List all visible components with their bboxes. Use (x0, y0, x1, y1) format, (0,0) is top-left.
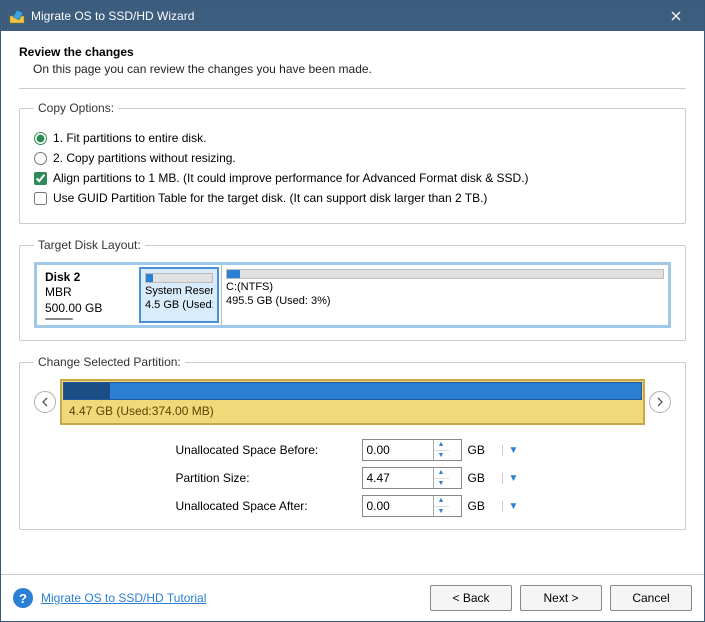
target-disk-layout-group: Target Disk Layout: Disk 2 MBR 500.00 GB… (19, 238, 686, 341)
content-area: Review the changes On this page you can … (1, 31, 704, 574)
page-title: Review the changes (19, 45, 686, 59)
change-selected-legend: Change Selected Partition: (34, 355, 185, 369)
window-title: Migrate OS to SSD/HD Wizard (31, 9, 194, 23)
spin-up-icon[interactable]: ▲ (434, 468, 449, 479)
copy-without-resize-label[interactable]: 2. Copy partitions without resizing. (53, 151, 236, 165)
tutorial-link[interactable]: Migrate OS to SSD/HD Tutorial (41, 591, 206, 605)
spin-down-icon[interactable]: ▼ (434, 451, 449, 461)
disk-name: Disk 2 (45, 270, 102, 286)
titlebar: Migrate OS to SSD/HD Wizard (1, 1, 704, 31)
help-icon[interactable]: ? (13, 588, 33, 608)
partition-size-input-wrap: ▲ ▼ (362, 467, 462, 489)
disk-icon (45, 318, 73, 320)
selected-partition-box: 4.47 GB (Used:374.00 MB) (60, 379, 645, 425)
next-partition-button[interactable] (649, 391, 671, 413)
spin-down-icon[interactable]: ▼ (434, 479, 449, 489)
unit-dropdown[interactable]: ▼ (502, 501, 530, 512)
guid-pt-label[interactable]: Use GUID Partition Table for the target … (53, 191, 487, 205)
spin-down-icon[interactable]: ▼ (434, 507, 449, 517)
change-selected-group: Change Selected Partition: 4.47 GB (Used… (19, 355, 686, 530)
divider (19, 88, 686, 89)
page-subtitle: On this page you can review the changes … (33, 62, 686, 76)
wizard-window: Migrate OS to SSD/HD Wizard Review the c… (0, 0, 705, 622)
space-before-input-wrap: ▲ ▼ (362, 439, 462, 461)
disk-scheme: MBR (45, 285, 102, 301)
spin-up-icon[interactable]: ▲ (434, 496, 449, 507)
space-after-label: Unallocated Space After: (176, 499, 356, 513)
space-after-input[interactable] (363, 496, 433, 516)
partition-size-input[interactable] (363, 468, 433, 488)
cancel-button[interactable]: Cancel (610, 585, 692, 611)
unit-label: GB (468, 499, 496, 513)
footer: ? Migrate OS to SSD/HD Tutorial < Back N… (1, 574, 704, 621)
space-before-input[interactable] (363, 440, 433, 460)
fit-partitions-label[interactable]: 1. Fit partitions to entire disk. (53, 131, 206, 145)
disk-layout: Disk 2 MBR 500.00 GB System Reser 4.5 GB… (34, 262, 671, 328)
close-button[interactable] (656, 1, 696, 31)
selected-partition-bar[interactable] (63, 382, 642, 400)
space-before-label: Unallocated Space Before: (176, 443, 356, 457)
align-1mb-label[interactable]: Align partitions to 1 MB. (It could impr… (53, 171, 529, 185)
partition-name: C:(NTFS) (226, 281, 664, 295)
partition-size-label: Partition Size: (176, 471, 356, 485)
copy-options-group: Copy Options: 1. Fit partitions to entir… (19, 101, 686, 224)
target-disk-layout-legend: Target Disk Layout: (34, 238, 145, 252)
partition-size: 495.5 GB (Used: 3%) (226, 295, 664, 309)
back-button[interactable]: < Back (430, 585, 512, 611)
copy-without-resize-radio[interactable] (34, 152, 47, 165)
unit-dropdown[interactable]: ▼ (502, 445, 530, 456)
partition-name: System Reser (145, 285, 213, 299)
fit-partitions-radio[interactable] (34, 132, 47, 145)
align-1mb-checkbox[interactable] (34, 172, 47, 185)
unit-label: GB (468, 443, 496, 457)
partition-system-reserved[interactable]: System Reser 4.5 GB (Used: (139, 267, 219, 323)
disk-info: Disk 2 MBR 500.00 GB (37, 265, 137, 325)
app-icon (9, 8, 25, 24)
unit-label: GB (468, 471, 496, 485)
prev-partition-button[interactable] (34, 391, 56, 413)
partition-c[interactable]: C:(NTFS) 495.5 GB (Used: 3%) (221, 265, 668, 325)
unit-dropdown[interactable]: ▼ (502, 473, 530, 484)
partition-size: 4.5 GB (Used: (145, 299, 213, 313)
space-after-input-wrap: ▲ ▼ (362, 495, 462, 517)
spin-up-icon[interactable]: ▲ (434, 440, 449, 451)
selected-partition-summary: 4.47 GB (Used:374.00 MB) (63, 400, 642, 422)
guid-pt-checkbox[interactable] (34, 192, 47, 205)
next-button[interactable]: Next > (520, 585, 602, 611)
disk-size: 500.00 GB (45, 301, 102, 317)
copy-options-legend: Copy Options: (34, 101, 118, 115)
